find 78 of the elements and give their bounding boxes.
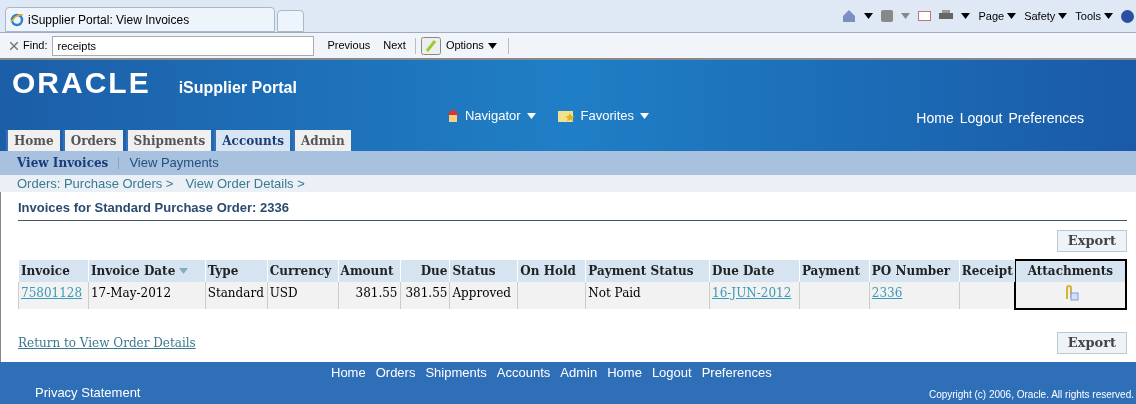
nav-tab[interactable]: Admin	[292, 130, 351, 151]
highlight-pen-icon[interactable]	[420, 36, 441, 55]
column-header: PO Number	[869, 259, 960, 282]
house-icon	[446, 109, 459, 123]
footer-link[interactable]: Logout	[651, 363, 692, 383]
column-header: Receipt	[959, 259, 1016, 282]
header-link[interactable]: Home	[916, 108, 954, 129]
options-menu[interactable]: Options	[445, 37, 497, 54]
product-title: iSupplier Portal	[178, 78, 297, 98]
find-button[interactable]: Next	[383, 37, 406, 54]
table-cell: 381.55	[400, 281, 450, 309]
column-header: Amount	[338, 259, 400, 282]
table-cell: Standard	[205, 281, 268, 309]
dropdown-arrow-icon	[1104, 13, 1113, 19]
dropdown-arrow-icon	[901, 13, 911, 19]
command-menu[interactable]: Safety	[1024, 7, 1068, 25]
column-header: Payment	[799, 259, 870, 282]
column-header: Payment Status	[585, 259, 710, 282]
mail-icon[interactable]	[918, 11, 932, 21]
breadcrumb-link[interactable]: Orders: Purchase Orders >	[17, 173, 174, 194]
home-icon[interactable]	[842, 9, 857, 23]
find-label: Find:	[23, 38, 48, 54]
nav-tab[interactable]: Home	[6, 130, 60, 151]
footer-link[interactable]: Preferences	[701, 363, 772, 383]
export-button[interactable]: Export	[1056, 331, 1127, 354]
footer-link[interactable]: Orders	[375, 363, 416, 383]
printer-icon[interactable]	[939, 10, 954, 22]
nav-tab[interactable]: Accounts	[214, 130, 290, 151]
dropdown-arrow-icon	[864, 13, 874, 19]
find-field[interactable]: receipts	[52, 35, 315, 56]
column-header: Attachments	[1015, 259, 1126, 282]
return-link[interactable]: Return to View Order Details	[18, 333, 196, 352]
footer-link[interactable]: Admin	[560, 363, 598, 383]
column-header: Invoice	[18, 259, 89, 282]
column-header: Type	[205, 259, 268, 282]
table-cell: USD	[267, 281, 339, 309]
column-header: Due	[400, 259, 450, 282]
subtab-link[interactable]: View Payments	[129, 153, 219, 173]
header-link[interactable]: Logout	[959, 108, 1003, 129]
footer-link[interactable]: Home	[331, 363, 366, 383]
find-button[interactable]: Previous	[327, 37, 371, 54]
nav-tab[interactable]: Shipments	[125, 130, 212, 151]
dropdown-arrow-icon	[487, 42, 497, 49]
header-link[interactable]: Preferences	[1008, 108, 1084, 129]
close-icon[interactable]	[10, 41, 18, 50]
column-header: On Hold	[517, 259, 586, 282]
column-header: Due Date	[709, 259, 800, 282]
table-link[interactable]: 2336	[871, 285, 903, 300]
footer-link[interactable]: Accounts	[496, 363, 551, 383]
footer-link[interactable]: Home	[607, 363, 642, 383]
export-button[interactable]: Export	[1056, 229, 1127, 252]
nav-tab[interactable]: Orders	[62, 130, 123, 151]
column-header: Currency	[267, 259, 339, 282]
privacy-link[interactable]: Privacy Statement	[35, 382, 141, 402]
table-cell: Not Paid	[585, 281, 710, 309]
breadcrumb-link[interactable]: View Order Details >	[185, 173, 305, 194]
dropdown-arrow-icon	[1007, 13, 1017, 19]
oracle-logo: ORACLE	[12, 68, 151, 98]
header-menu[interactable]: Favorites	[557, 106, 650, 126]
dropdown-arrow-icon	[961, 13, 971, 19]
dropdown-arrow-icon	[640, 112, 650, 119]
browser-logo-icon	[10, 12, 24, 27]
table-cell: 381.55	[338, 281, 400, 309]
table-cell: Approved	[449, 281, 518, 309]
dropdown-arrow-icon	[1058, 13, 1068, 19]
command-menu[interactable]: Tools	[1075, 7, 1113, 25]
table-cell: 17-May-2012	[88, 281, 206, 309]
section-title: Invoices for Standard Purchase Order: 2336	[18, 198, 1127, 221]
command-menu[interactable]: Page	[978, 7, 1017, 25]
header-menu[interactable]: Navigator	[446, 106, 536, 126]
subtab-link[interactable]: View Invoices	[17, 154, 109, 172]
browser-tab[interactable]: iSupplier Portal: View Invoices	[5, 7, 275, 32]
column-header: Status	[449, 259, 518, 282]
footer-link[interactable]: Shipments	[425, 363, 487, 383]
new-tab-button[interactable]	[277, 10, 304, 32]
dropdown-arrow-icon	[526, 112, 536, 119]
column-header[interactable]: Invoice Date	[88, 259, 206, 282]
copyright-text: Copyright (c) 2006, Oracle. All rights reserved.	[928, 388, 1134, 402]
